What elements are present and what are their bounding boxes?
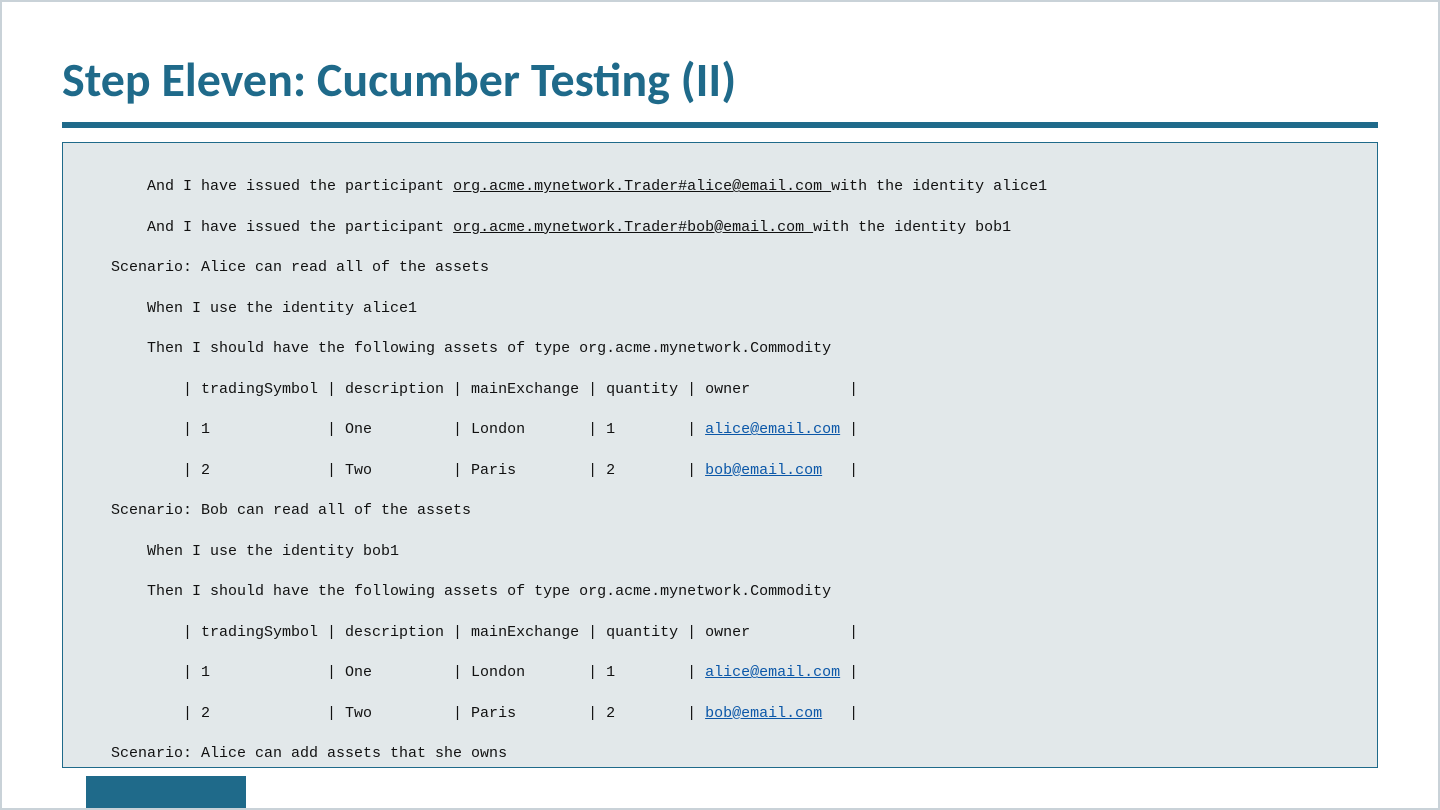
code-text: with the identity alice1 (831, 178, 1047, 195)
code-text: | tradingSymbol | description | mainExch… (63, 623, 1377, 643)
code-text: | 2 | Two | Paris | 2 | (111, 462, 705, 479)
code-text: Then I should have the following assets … (63, 582, 1377, 602)
code-text: | (840, 421, 858, 438)
code-block: And I have issued the participant org.ac… (62, 142, 1378, 768)
participant-ref: org.acme.mynetwork.Trader#bob@email.com (453, 219, 813, 236)
code-text: | 1 | One | London | 1 | (111, 421, 705, 438)
slide-frame: Step Eleven: Cucumber Testing (II) And I… (0, 0, 1440, 810)
code-text: | (840, 664, 858, 681)
code-text: And I have issued the participant (111, 219, 453, 236)
email-link[interactable]: alice@email.com (705, 664, 840, 681)
code-text: Then I should have the following assets … (63, 339, 1377, 359)
code-text: Scenario: Alice can read all of the asse… (63, 258, 1377, 278)
email-link[interactable]: bob@email.com (705, 462, 822, 479)
code-text: Scenario: Alice can add assets that she … (63, 744, 1377, 764)
participant-ref: org.acme.mynetwork.Trader#alice@email.co… (453, 178, 831, 195)
code-text: | tradingSymbol | description | mainExch… (63, 380, 1377, 400)
email-link[interactable]: bob@email.com (705, 705, 822, 722)
code-text: And I have issued the participant (111, 178, 453, 195)
accent-bar (86, 776, 246, 808)
code-text: When I use the identity bob1 (63, 542, 1377, 562)
email-link[interactable]: alice@email.com (705, 421, 840, 438)
code-text: | (822, 462, 858, 479)
title-rule (62, 122, 1378, 128)
code-text: with the identity bob1 (813, 219, 1011, 236)
code-text: | 2 | Two | Paris | 2 | (111, 705, 705, 722)
slide-title: Step Eleven: Cucumber Testing (II) (62, 50, 736, 109)
code-text: | (822, 705, 858, 722)
code-text: Scenario: Bob can read all of the assets (63, 501, 1377, 521)
code-text: | 1 | One | London | 1 | (111, 664, 705, 681)
code-text: When I use the identity alice1 (63, 299, 1377, 319)
